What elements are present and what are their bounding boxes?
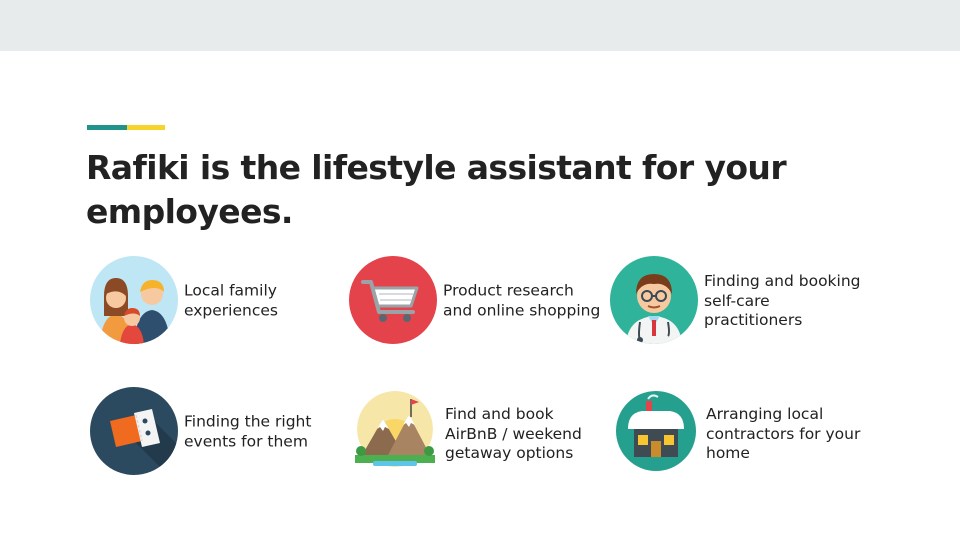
feature-home-contractors: Arranging local contractors for your hom… — [612, 389, 882, 479]
feature-label: Arranging local contractors for your hom… — [706, 404, 861, 462]
slide-title: Rafiki is the lifestyle assistant for yo… — [86, 148, 787, 231]
doctor-icon — [610, 256, 698, 344]
feature-label: Local family experiences — [184, 281, 278, 320]
feature-online-shopping: Product research and online shopping — [349, 256, 619, 346]
ticket-icon — [90, 387, 178, 475]
feature-label: Finding and booking self-care practition… — [704, 271, 861, 329]
mountain-getaway-icon — [351, 389, 439, 477]
feature-self-care: Finding and booking self-care practition… — [610, 256, 880, 346]
house-icon — [612, 389, 700, 477]
shopping-cart-icon — [349, 256, 437, 344]
feature-label: Finding the right events for them — [184, 412, 312, 451]
feature-label: Product research and online shopping — [443, 281, 601, 320]
feature-family-experiences: Local family experiences — [90, 256, 360, 346]
family-icon — [90, 256, 178, 344]
accent-line-yellow — [127, 125, 165, 130]
feature-getaways: Find and book AirBnB / weekend getaway o… — [351, 389, 621, 479]
top-bar — [0, 0, 960, 51]
feature-events: Finding the right events for them — [90, 387, 360, 477]
feature-label: Find and book AirBnB / weekend getaway o… — [445, 404, 582, 462]
accent-line-teal — [87, 125, 127, 130]
